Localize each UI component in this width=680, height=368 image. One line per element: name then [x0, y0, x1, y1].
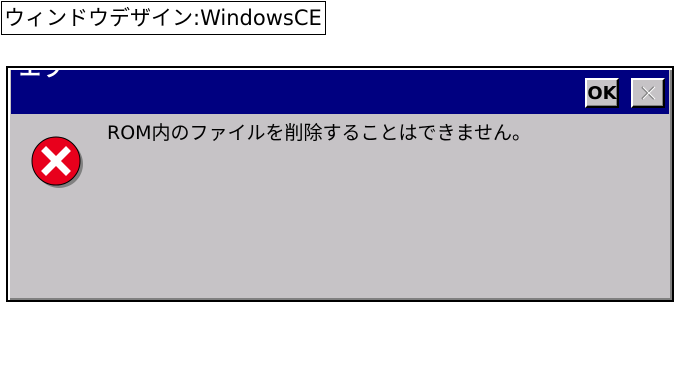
error-dialog: エラ OK ROM内のファイルを削除することはできません。: [6, 66, 674, 302]
dialog-body: ROM内のファイルを削除することはできません。: [11, 114, 669, 298]
error-icon: [31, 136, 83, 188]
close-button[interactable]: [631, 78, 665, 108]
error-message: ROM内のファイルを削除することはできません。: [107, 122, 531, 144]
ok-button[interactable]: OK: [585, 78, 619, 108]
ok-button-label: OK: [587, 82, 617, 104]
dialog-titlebar[interactable]: エラ OK: [11, 70, 669, 114]
close-icon: [641, 86, 656, 100]
page-caption: ウィンドウデザイン:WindowsCE: [1, 1, 326, 35]
dialog-title: エラ: [19, 70, 63, 83]
